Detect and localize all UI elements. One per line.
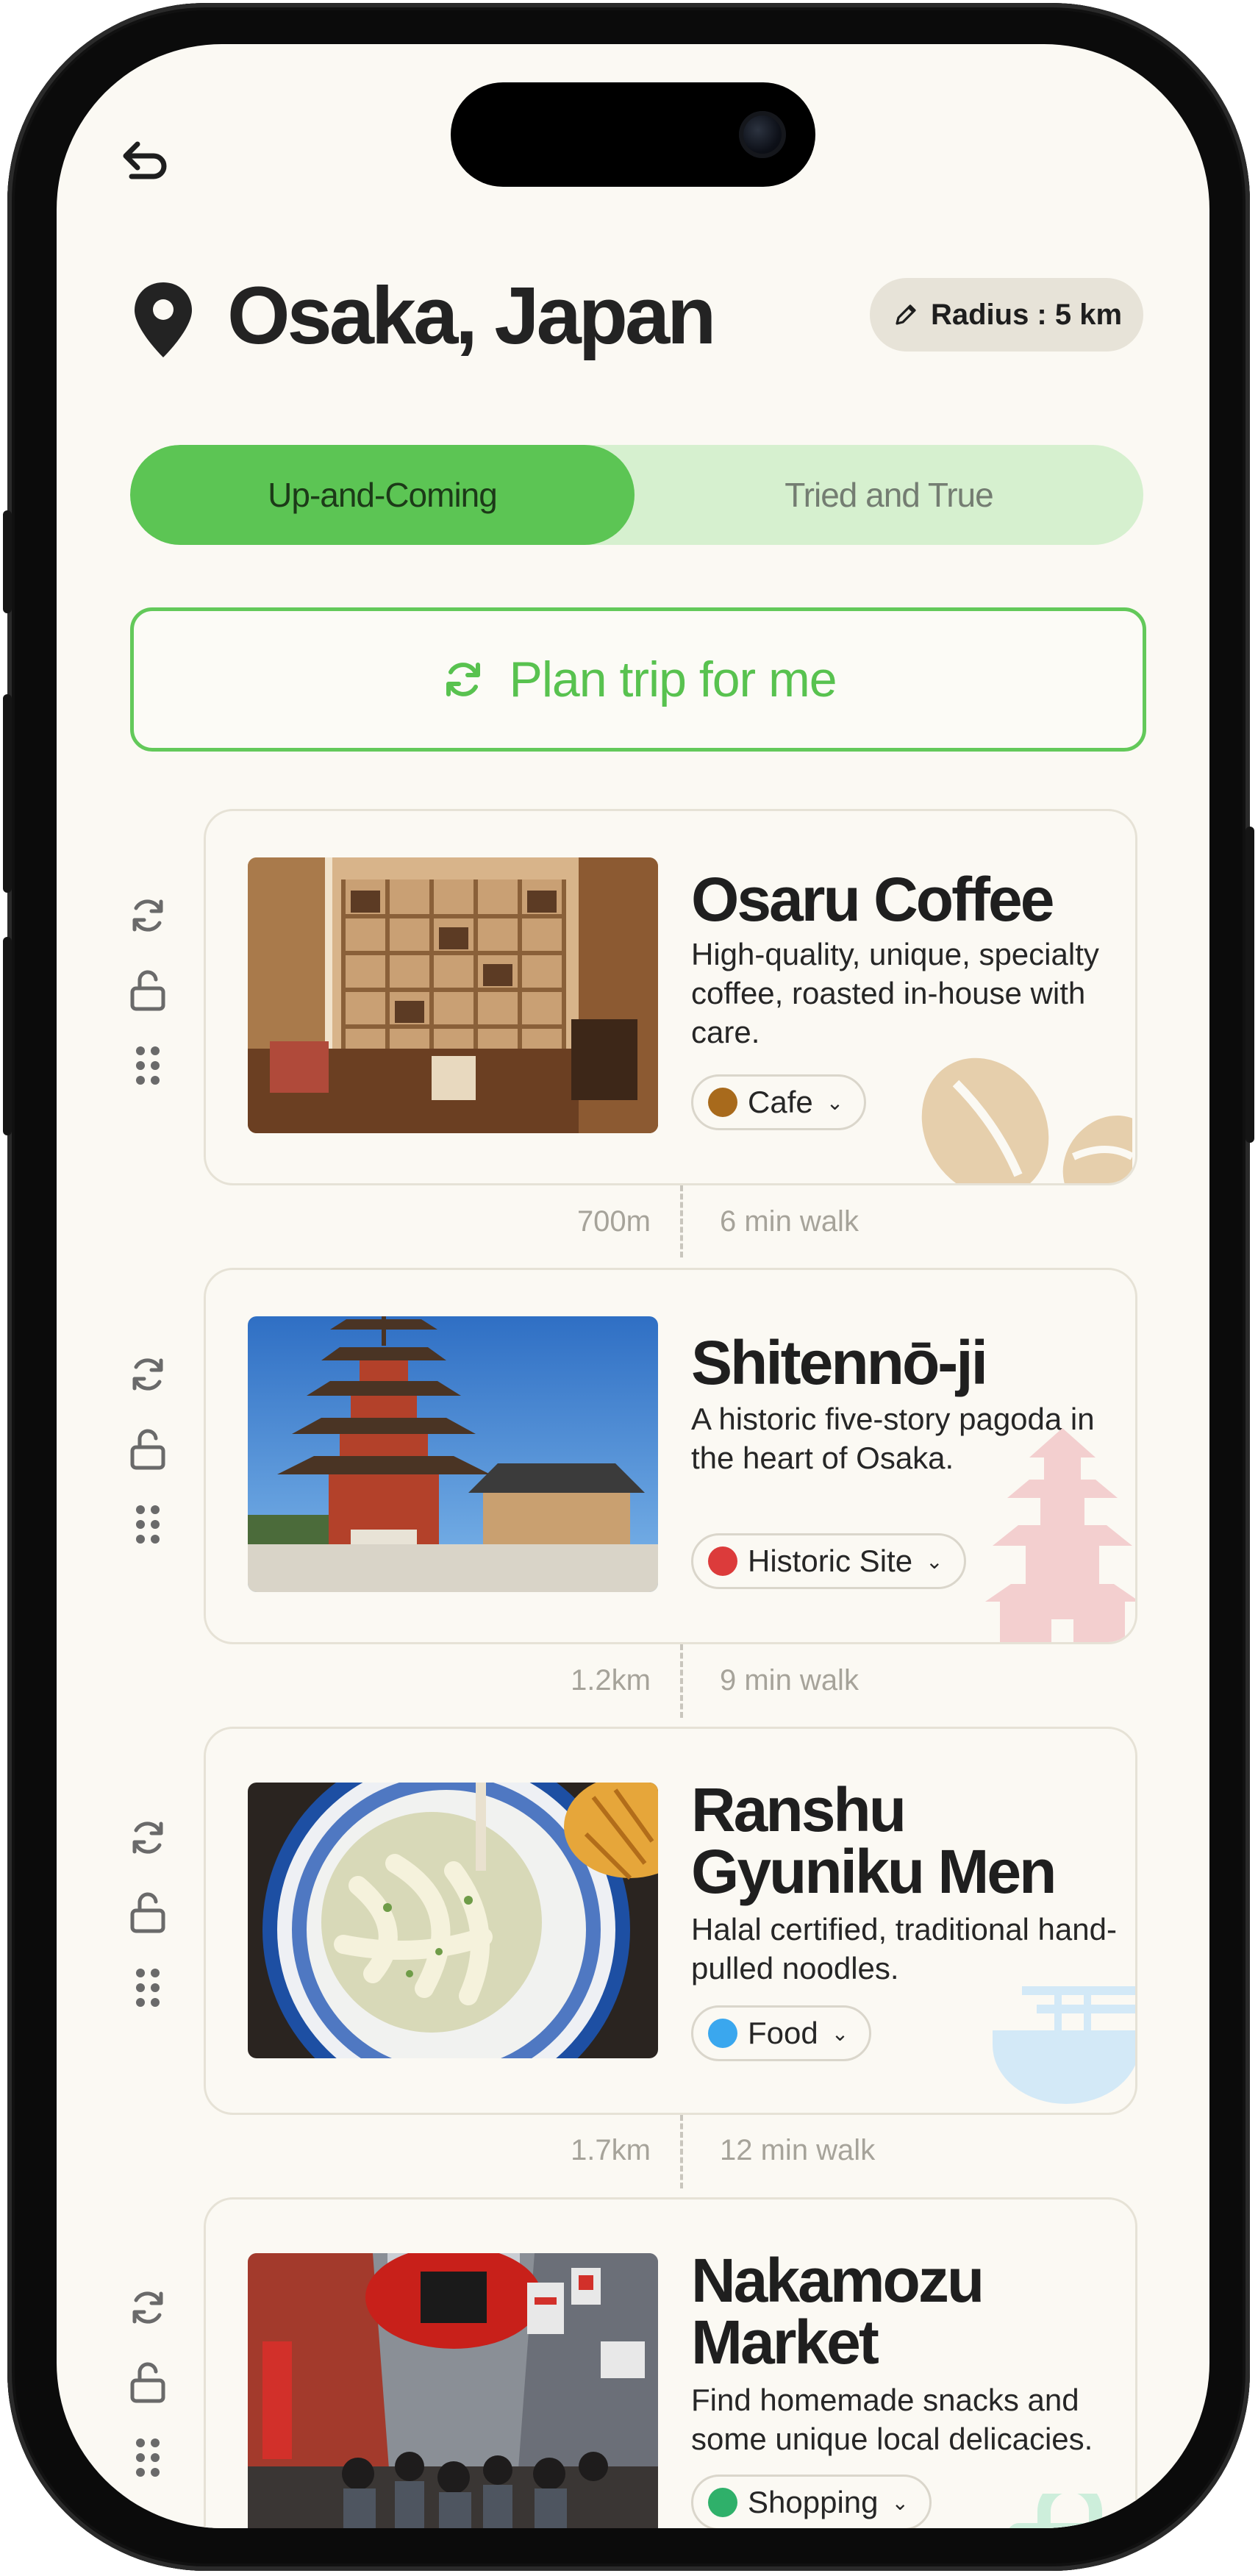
action-button [3, 510, 12, 613]
drag-handle-icon[interactable] [126, 1966, 170, 2010]
distance-label: 1.7km [571, 2134, 651, 2166]
noodle-bowl-icon [993, 1986, 1135, 2104]
category-chip[interactable]: Cafe ⌄ [691, 1074, 867, 1130]
category-dot [708, 2488, 737, 2517]
coffee-bean-icon [921, 1057, 1132, 1183]
place-photo [248, 1316, 658, 1592]
place-photo [248, 2253, 658, 2528]
refresh-icon[interactable] [126, 1816, 170, 1860]
place-title: Ranshu Gyuniku Men [691, 1775, 1057, 1906]
category-dot [708, 2019, 737, 2048]
unlock-icon[interactable] [126, 2361, 170, 2405]
chevron-down-icon: ⌄ [826, 1091, 844, 1114]
city-title: Osaka, Japan [227, 271, 716, 361]
chevron-down-icon: ⌄ [926, 1549, 943, 1573]
place-photo [248, 857, 658, 1133]
back-arrow-icon[interactable] [115, 132, 174, 191]
refresh-icon[interactable] [126, 1352, 170, 1396]
category-chip[interactable]: Historic Site ⌄ [691, 1533, 966, 1589]
app-screen: Osaka, Japan Radius : 5 km Up-and-Coming… [57, 44, 1209, 2528]
place-card[interactable]: Ranshu Gyuniku Men Halal certified, trad… [204, 1727, 1137, 2115]
category-dot [708, 1546, 737, 1576]
volume-up-button [3, 694, 12, 893]
refresh-icon[interactable] [126, 2286, 170, 2330]
unlock-icon[interactable] [126, 1427, 170, 1471]
walk-time-label: 6 min walk [720, 1205, 859, 1238]
pagoda-icon [985, 1428, 1135, 1642]
chevron-down-icon: ⌄ [831, 2022, 849, 2045]
place-card[interactable]: Nakamozu Market Find homemade snacks and… [204, 2197, 1137, 2528]
category-chip[interactable]: Shopping ⌄ [691, 2475, 932, 2528]
card-controls [126, 893, 170, 1118]
category-label: Food [748, 2016, 818, 2050]
chevron-down-icon: ⌄ [891, 2491, 909, 2514]
place-title: Shitennō-ji [691, 1328, 988, 1397]
refresh-icon [446, 663, 481, 696]
plan-trip-button[interactable]: Plan trip for me [130, 607, 1146, 752]
shopping-bag-icon [1009, 2494, 1131, 2528]
phone-frame: Osaka, Japan Radius : 5 km Up-and-Coming… [3, 3, 1254, 2571]
tab-tried-and-true[interactable]: Tried and True [635, 445, 1143, 545]
drag-handle-icon[interactable] [126, 2436, 170, 2480]
refresh-icon[interactable] [126, 893, 170, 938]
place-title: Nakamozu Market [691, 2246, 984, 2377]
place-description: Find homemade snacks and some unique loc… [691, 2383, 1093, 2456]
distance-label: 700m [576, 1205, 651, 1238]
tab-up-and-coming[interactable]: Up-and-Coming [130, 445, 635, 545]
category-label: Cafe [748, 1085, 813, 1119]
card-controls [126, 1352, 170, 1577]
walk-time-label: 9 min walk [720, 1664, 859, 1696]
card-controls [126, 2286, 170, 2511]
category-chip[interactable]: Food ⌄ [691, 2005, 872, 2061]
place-description: High-quality, unique, specialty coffee, … [691, 937, 1099, 1049]
dynamic-island [451, 82, 815, 187]
walk-time-label: 12 min walk [720, 2134, 876, 2166]
volume-down-button [3, 937, 12, 1135]
pencil-icon [896, 304, 916, 325]
radius-edit-button[interactable]: Radius : 5 km [870, 278, 1143, 352]
category-label: Shopping [748, 2485, 879, 2519]
location-pin-icon [130, 279, 196, 360]
category-dot [708, 1088, 737, 1117]
distance-label: 1.2km [571, 1664, 651, 1696]
radius-label: Radius : 5 km [930, 298, 1123, 331]
plan-trip-label: Plan trip for me [509, 652, 837, 707]
category-label: Historic Site [748, 1544, 913, 1578]
camera-icon [739, 111, 786, 158]
drag-handle-icon[interactable] [126, 1043, 170, 1088]
unlock-icon[interactable] [126, 1891, 170, 1935]
place-card[interactable]: Osaru Coffee High-quality, unique, speci… [204, 809, 1137, 1185]
power-button [1246, 827, 1254, 1143]
unlock-icon[interactable] [126, 968, 170, 1013]
mode-toggle: Up-and-Coming Tried and True [130, 445, 1143, 545]
place-photo [248, 1783, 658, 2058]
place-card[interactable]: Shitennō-ji A historic five-story pagoda… [204, 1268, 1137, 1644]
drag-handle-icon[interactable] [126, 1502, 170, 1546]
place-title: Osaru Coffee [691, 865, 1054, 934]
card-controls [126, 1816, 170, 2041]
